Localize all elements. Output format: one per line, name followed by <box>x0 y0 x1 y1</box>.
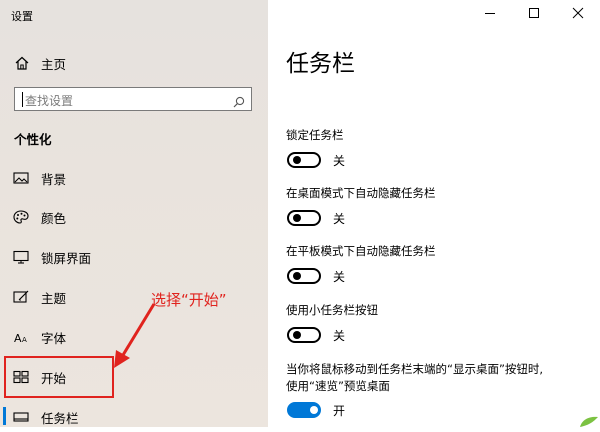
font-icon: AA <box>13 329 29 345</box>
sidebar-item-home[interactable]: 主页 <box>0 50 268 74</box>
toggle-knob <box>293 156 301 164</box>
setting-label-small-buttons: 使用小任务栏按钮 <box>286 303 378 317</box>
sidebar-item-colors[interactable]: 颜色 <box>0 200 268 232</box>
toggle-state-text: 关 <box>333 212 346 226</box>
picture-icon <box>13 170 29 184</box>
sidebar-item-label: 字体 <box>41 331 67 346</box>
svg-text:A: A <box>22 336 27 344</box>
toggle-lock-taskbar[interactable] <box>287 152 321 168</box>
close-button[interactable] <box>556 0 600 28</box>
minimize-button[interactable] <box>468 0 512 28</box>
maximize-icon <box>529 8 539 18</box>
setting-label-lock-taskbar: 锁定任务栏 <box>286 128 344 142</box>
watermark-leaf-icon <box>580 416 598 427</box>
toggle-autohide-tablet[interactable] <box>287 268 321 284</box>
sidebar-item-label: 背景 <box>41 172 67 187</box>
search-placeholder: 查找设置 <box>25 94 74 108</box>
window-title: 设置 <box>11 10 33 23</box>
toggle-knob <box>293 331 301 339</box>
sidebar-item-label: 任务栏 <box>41 411 79 426</box>
lock-screen-icon <box>13 249 29 264</box>
home-icon <box>14 55 30 74</box>
selection-indicator <box>3 407 6 425</box>
toggle-small-buttons[interactable] <box>287 327 321 343</box>
taskbar-icon <box>13 409 29 423</box>
sidebar-item-lock-screen[interactable]: 锁屏界面 <box>0 240 268 272</box>
setting-label-peek-line1: 当你将鼠标移动到任务栏末端的“显示桌面”按钮时, <box>286 362 544 376</box>
annotation-text: 选择“开始” <box>151 291 227 309</box>
toggle-autohide-desktop[interactable] <box>287 210 321 226</box>
setting-label-peek-line2: 使用“速览”预览桌面 <box>286 379 390 393</box>
minimize-icon <box>485 13 495 14</box>
sidebar-item-background[interactable]: 背景 <box>0 161 268 193</box>
sidebar-item-label: 主题 <box>41 291 67 306</box>
annotation-highlight-box <box>4 356 114 398</box>
toggle-knob <box>293 272 301 280</box>
page-title: 任务栏 <box>286 51 355 77</box>
toggle-knob <box>310 406 318 414</box>
toggle-state-text: 关 <box>333 329 346 343</box>
search-input[interactable]: 查找设置 <box>14 87 252 111</box>
svg-text:A: A <box>14 332 22 344</box>
annotation-arrow <box>114 303 156 368</box>
sidebar-item-label: 主页 <box>41 57 67 72</box>
toggle-state-text: 关 <box>333 154 346 168</box>
toggle-state-text: 关 <box>333 270 346 284</box>
setting-label-autohide-desktop: 在桌面模式下自动隐藏任务栏 <box>286 186 436 200</box>
search-icon[interactable] <box>233 93 245 112</box>
close-icon <box>572 7 584 19</box>
toggle-state-text: 开 <box>333 404 346 418</box>
toggle-peek-desktop[interactable] <box>287 402 321 418</box>
maximize-button[interactable] <box>512 0 556 28</box>
sidebar-item-label: 颜色 <box>41 211 67 226</box>
theme-brush-icon <box>13 289 29 303</box>
palette-icon <box>13 209 29 224</box>
sidebar-item-taskbar[interactable]: 任务栏 <box>0 400 268 432</box>
title-bar: 设置 <box>0 0 268 30</box>
section-title: 个性化 <box>14 132 52 147</box>
text-caret <box>22 92 23 107</box>
sidebar-item-label: 锁屏界面 <box>41 251 92 266</box>
setting-label-autohide-tablet: 在平板模式下自动隐藏任务栏 <box>286 244 436 258</box>
toggle-knob <box>293 214 301 222</box>
